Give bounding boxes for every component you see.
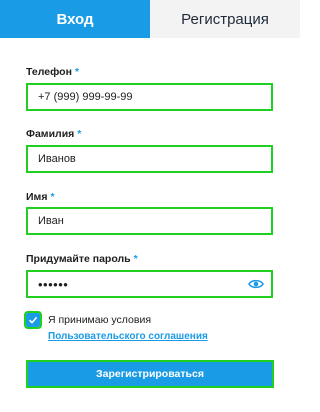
name-input-value: Иван <box>38 215 64 227</box>
checkmark-icon <box>28 316 38 324</box>
name-label-text: Имя <box>26 191 48 203</box>
surname-input[interactable]: Иванов <box>26 145 273 173</box>
password-label: Придумайте пароль * <box>26 253 138 265</box>
surname-label-text: Фамилия <box>26 128 75 140</box>
phone-input-value: +7 (999) 999-99-99 <box>38 91 133 103</box>
required-mark: * <box>74 66 80 78</box>
required-mark: * <box>50 191 55 203</box>
agreement-link[interactable]: Пользовательского соглашения <box>48 331 208 342</box>
password-input-value: •••••• <box>38 276 69 292</box>
auth-tabs: Вход Регистрация <box>0 0 300 38</box>
name-input[interactable]: Иван <box>26 207 273 235</box>
password-input[interactable]: •••••• <box>26 270 273 298</box>
surname-input-value: Иванов <box>38 153 76 165</box>
required-mark: * <box>77 128 82 140</box>
phone-label-text: Телефон <box>26 66 72 78</box>
agreement-text: Я принимаю условия <box>48 314 152 326</box>
surname-label: Фамилия * <box>26 128 81 140</box>
eye-icon[interactable] <box>247 275 265 293</box>
register-button[interactable]: Зарегистрироваться <box>26 360 274 388</box>
name-label: Имя * <box>26 191 55 203</box>
phone-label: Телефон * <box>26 66 79 78</box>
password-label-text: Придумайте пароль <box>26 253 131 265</box>
tab-register[interactable]: Регистрация <box>150 0 300 38</box>
phone-input[interactable]: +7 (999) 999-99-99 <box>26 83 273 111</box>
agreement-checkbox[interactable] <box>24 311 42 329</box>
required-mark: * <box>133 253 138 265</box>
agreement-row: Я принимаю условия <box>24 311 152 329</box>
tab-login[interactable]: Вход <box>0 0 150 38</box>
